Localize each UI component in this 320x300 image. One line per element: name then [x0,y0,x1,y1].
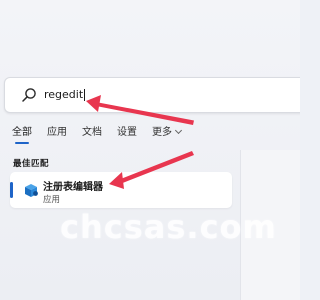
tab-apps[interactable]: 应用 [47,126,67,140]
search-input-text: regedit [44,88,84,101]
best-match-heading: 最佳匹配 [13,159,50,169]
text-caret [84,89,86,101]
tab-settings[interactable]: 设置 [117,126,137,140]
tab-documents[interactable]: 文档 [82,126,102,140]
chevron-down-icon [174,126,183,135]
tab-more-label: 更多 [152,127,172,138]
tab-all[interactable]: 全部 [12,126,32,144]
result-title: 注册表编辑器 [43,182,103,193]
search-filter-tabs: 全部 应用 文档 设置 更多 [12,124,196,144]
result-type: 应用 [43,195,61,205]
start-search-window: regedit 全部 应用 文档 设置 更多 最佳匹配 注册表编辑器 应用 ch… [0,0,300,300]
watermark: chcsas.com [60,208,277,246]
search-box[interactable]: regedit [4,77,300,113]
selection-indicator [10,182,13,198]
best-match-result[interactable]: 注册表编辑器 应用 [10,172,232,208]
registry-editor-icon [25,184,38,197]
tab-more[interactable]: 更多 [152,126,183,140]
search-input[interactable]: regedit [44,84,164,106]
search-icon [22,88,36,102]
